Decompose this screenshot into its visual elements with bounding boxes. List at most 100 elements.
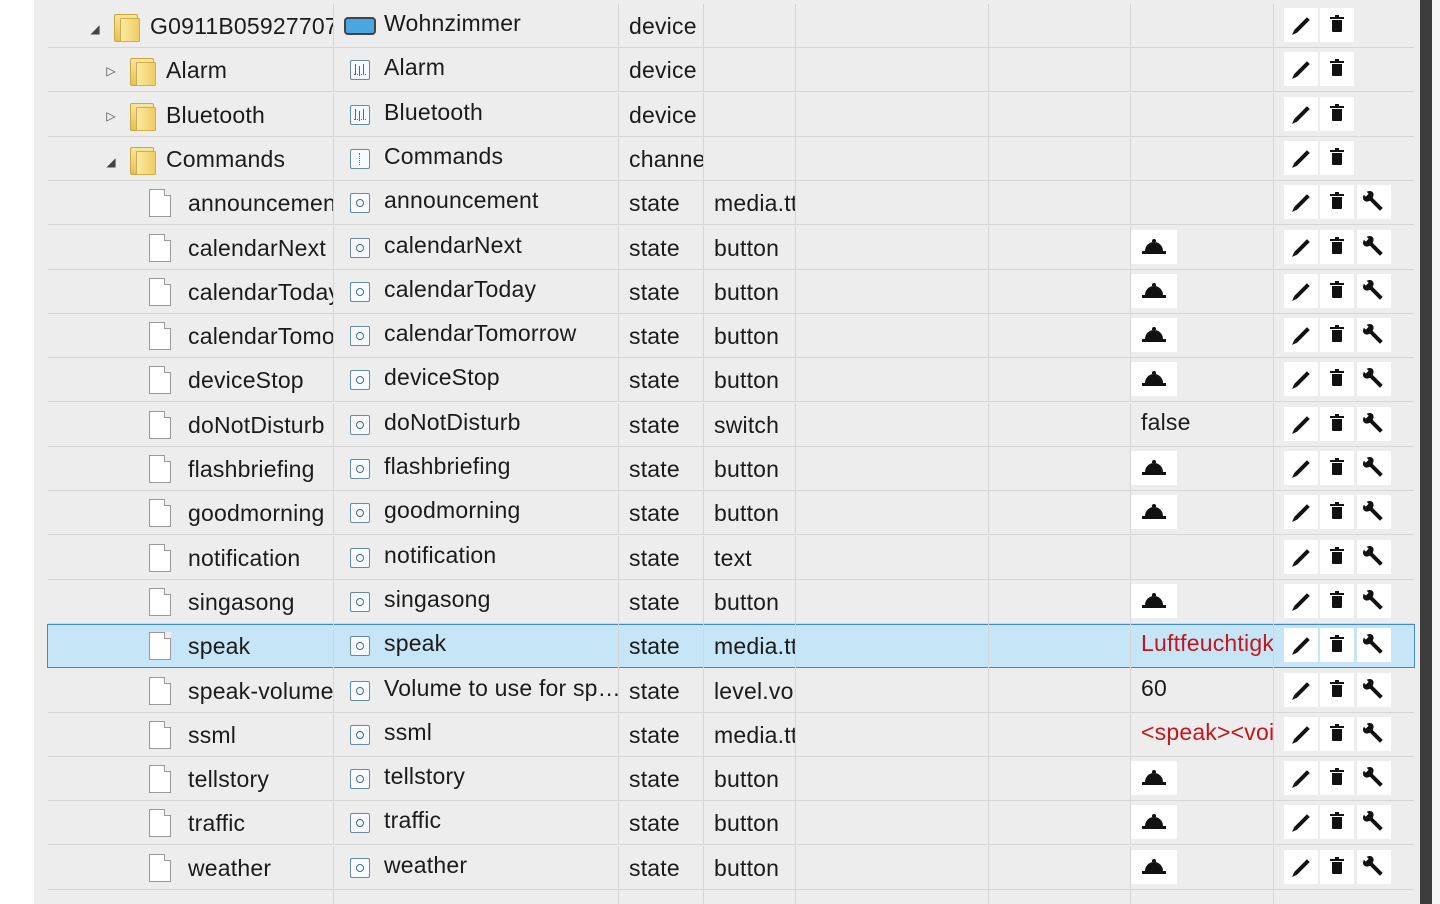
delete-button[interactable] [1320,185,1354,220]
tree-row-flashbriefing[interactable]: flashbriefing flashbriefing state button [48,447,1414,491]
delete-button[interactable] [1320,849,1354,884]
value-cell[interactable] [1131,757,1274,802]
delete-button[interactable] [1320,318,1354,353]
press-button[interactable] [1131,805,1177,840]
delete-button[interactable] [1320,8,1354,42]
custom-settings-button[interactable] [1357,849,1391,884]
press-button[interactable] [1131,761,1177,796]
press-button[interactable] [1131,273,1177,308]
tree-row-Commands[interactable]: ◢ Commands Commands channel [48,136,1414,181]
press-button[interactable] [1131,362,1177,397]
value-cell[interactable] [1131,358,1274,403]
tree-row-calendarNext[interactable]: calendarNext calendarNext state button [48,225,1414,270]
custom-settings-button[interactable] [1357,495,1391,530]
edit-button[interactable] [1284,495,1318,530]
edit-button[interactable] [1284,96,1318,131]
edit-button[interactable] [1284,672,1318,707]
scrollbar-thumb[interactable] [1420,0,1432,904]
delete-button[interactable] [1320,539,1354,574]
tree-row-tellstory[interactable]: tellstory tellstory state button [48,757,1414,802]
edit-button[interactable] [1284,140,1318,175]
tree-row-doNotDisturb[interactable]: doNotDisturb doNotDisturb state switch false [48,402,1414,447]
custom-settings-button[interactable] [1357,185,1391,220]
delete-button[interactable] [1320,495,1354,530]
tree-row-speak-volume[interactable]: speak-volume Volume to use for sp… state le… [48,668,1414,713]
delete-button[interactable] [1320,583,1354,618]
delete-button[interactable] [1320,52,1354,87]
custom-settings-button[interactable] [1357,716,1391,751]
collapse-toggle-icon[interactable]: ◢ [104,155,118,169]
custom-settings-button[interactable] [1357,229,1391,264]
value-cell[interactable] [1131,579,1274,624]
tree-row-calendarToday[interactable]: calendarToday calendarToday state button [48,269,1414,314]
edit-button[interactable] [1284,185,1318,220]
custom-settings-button[interactable] [1357,318,1391,353]
expand-toggle-icon[interactable]: ▷ [104,109,118,123]
press-button[interactable] [1131,451,1177,485]
tree-row-G0911B05927707Q[interactable]: ◢ G0911B05927707Q Wohnzimmer device [48,4,1414,48]
collapse-toggle-icon[interactable]: ◢ [88,22,102,36]
value-cell[interactable] [1131,491,1274,536]
press-button[interactable] [1131,849,1177,884]
expand-toggle-icon[interactable]: ▷ [104,64,118,78]
custom-settings-button[interactable] [1357,362,1391,397]
edit-button[interactable] [1284,539,1318,574]
tree-row-partial[interactable] [48,890,1414,904]
delete-button[interactable] [1320,451,1354,485]
custom-settings-button[interactable] [1357,761,1391,796]
value-cell[interactable] [1131,447,1274,491]
edit-button[interactable] [1284,628,1318,663]
tree-row-traffic[interactable]: traffic traffic state button [48,801,1414,846]
delete-button[interactable] [1320,406,1354,441]
press-button[interactable] [1131,583,1177,618]
edit-button[interactable] [1284,716,1318,751]
custom-settings-button[interactable] [1357,406,1391,441]
delete-button[interactable] [1320,716,1354,751]
delete-button[interactable] [1320,96,1354,131]
delete-button[interactable] [1320,273,1354,308]
edit-button[interactable] [1284,8,1318,42]
scrollbar[interactable] [1420,0,1440,904]
edit-button[interactable] [1284,451,1318,485]
tree-row-calendarTomorrow[interactable]: calendarTomorrow calendarTomorrow state but… [48,314,1414,359]
custom-settings-button[interactable] [1357,583,1391,618]
edit-button[interactable] [1284,406,1318,441]
value-cell[interactable] [1131,845,1274,890]
press-button[interactable] [1131,318,1177,353]
delete-button[interactable] [1320,229,1354,264]
edit-button[interactable] [1284,583,1318,618]
tree-row-speak[interactable]: speak speak state media.tts Luftfeuchtigkeit [47,624,1415,669]
tree-row-weather[interactable]: weather weather state button [48,845,1414,890]
edit-button[interactable] [1284,761,1318,796]
tree-row-ssml[interactable]: ssml ssml state media.tts <speak><voice [48,712,1414,757]
tree-row-Bluetooth[interactable]: ▷ Bluetooth Bluetooth device [48,92,1414,137]
tree-row-Alarm[interactable]: ▷ Alarm Alarm device [48,48,1414,93]
delete-button[interactable] [1320,628,1354,663]
tree-row-goodmorning[interactable]: goodmorning goodmorning state button [48,491,1414,536]
custom-settings-button[interactable] [1357,273,1391,308]
edit-button[interactable] [1284,229,1318,264]
value-cell[interactable] [1131,269,1274,314]
delete-button[interactable] [1320,761,1354,796]
custom-settings-button[interactable] [1357,451,1391,485]
delete-button[interactable] [1320,140,1354,175]
press-button[interactable] [1131,495,1177,530]
value-cell[interactable] [1131,314,1274,359]
edit-button[interactable] [1284,318,1318,353]
edit-button[interactable] [1284,273,1318,308]
tree-row-singasong[interactable]: singasong singasong state button [48,579,1414,624]
tree-row-notification[interactable]: notification notification state text [48,535,1414,580]
custom-settings-button[interactable] [1357,805,1391,840]
delete-button[interactable] [1320,805,1354,840]
custom-settings-button[interactable] [1357,672,1391,707]
edit-button[interactable] [1284,849,1318,884]
custom-settings-button[interactable] [1357,539,1391,574]
value-cell[interactable] [1131,225,1274,270]
value-cell[interactable] [1131,801,1274,846]
delete-button[interactable] [1320,362,1354,397]
tree-row-deviceStop[interactable]: deviceStop deviceStop state button [48,358,1414,403]
press-button[interactable] [1131,229,1177,264]
tree-row-announcement[interactable]: announcement announcement state media.tts [48,181,1414,226]
edit-button[interactable] [1284,805,1318,840]
custom-settings-button[interactable] [1357,628,1391,663]
